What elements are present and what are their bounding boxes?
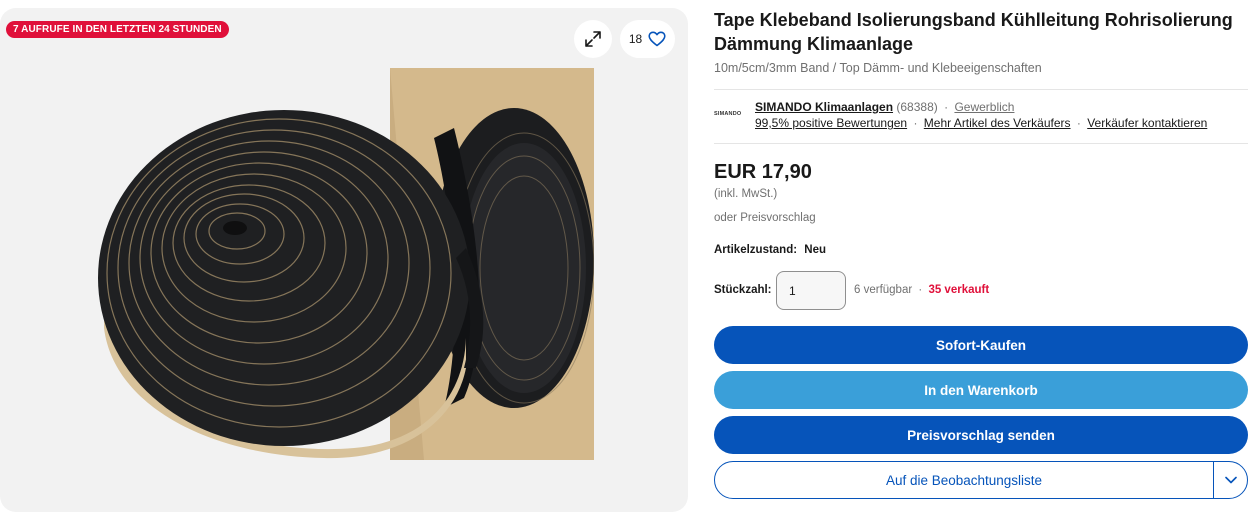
watchlist-label[interactable]: Auf die Beobachtungsliste xyxy=(715,473,1213,488)
image-gallery: 7 AUFRUFE IN DEN LETZTEN 24 STUNDEN 18 xyxy=(0,8,688,512)
available-count: 6 verfügbar xyxy=(854,284,913,296)
buy-now-button[interactable]: Sofort-Kaufen xyxy=(714,326,1248,364)
make-offer-button[interactable]: Preisvorschlag senden xyxy=(714,416,1248,454)
seller-name-link[interactable]: SIMANDO Klimaanlagen xyxy=(755,100,893,114)
separator: · xyxy=(944,100,949,114)
watch-count: 18 xyxy=(628,32,643,46)
sold-count: 35 verkauft xyxy=(928,284,990,296)
divider xyxy=(714,143,1248,144)
condition-label: Artikelzustand: xyxy=(714,244,798,256)
separator: · xyxy=(918,284,923,296)
seller-logo[interactable]: SIMANDO xyxy=(714,108,746,120)
watch-count-button[interactable]: 18 xyxy=(620,20,675,58)
condition-value: Neu xyxy=(804,244,827,256)
views-badge: 7 AUFRUFE IN DEN LETZTEN 24 STUNDEN xyxy=(6,21,229,38)
quantity-label: Stückzahl: xyxy=(714,284,772,296)
offer-note: oder Preisvorschlag xyxy=(714,212,816,224)
add-to-cart-button[interactable]: In den Warenkorb xyxy=(714,371,1248,409)
watchlist-dropdown[interactable] xyxy=(1213,462,1247,498)
more-items-link[interactable]: Mehr Artikel des Verkäufers xyxy=(924,116,1071,130)
seller-feedback-count: (68388) xyxy=(896,100,938,114)
expand-image-button[interactable] xyxy=(574,20,612,58)
expand-arrows-icon xyxy=(585,31,601,47)
listing-title: Tape Klebeband Isolierungsband Kühlleitu… xyxy=(714,10,1233,54)
positive-feedback-link[interactable]: 99,5% positive Bewertungen xyxy=(755,116,907,130)
chevron-down-icon xyxy=(1224,476,1237,484)
contact-seller-link[interactable]: Verkäufer kontaktieren xyxy=(1087,116,1207,130)
vat-note: (inkl. MwSt.) xyxy=(714,188,778,200)
separator: · xyxy=(913,116,918,130)
item-condition: Artikelzustand: Neu xyxy=(714,244,826,256)
price: EUR 17,90 xyxy=(714,161,812,183)
quantity-availability: 6 verfügbar · 35 verkauft xyxy=(854,284,989,296)
divider xyxy=(714,89,1248,90)
listing-subtitle: 10m/5cm/3mm Band / Top Dämm- und Klebeei… xyxy=(714,61,1042,75)
quantity-input[interactable] xyxy=(776,271,846,310)
product-image[interactable] xyxy=(94,68,594,468)
seller-type-link[interactable]: Gewerblich xyxy=(954,100,1014,114)
seller-info: SIMANDO Klimaanlagen (68388) · Gewerblic… xyxy=(755,100,1014,114)
heart-icon xyxy=(648,31,666,47)
watchlist-button[interactable]: Auf die Beobachtungsliste xyxy=(714,461,1248,499)
seller-links: 99,5% positive Bewertungen · Mehr Artike… xyxy=(755,116,1207,130)
separator: · xyxy=(1076,116,1081,130)
